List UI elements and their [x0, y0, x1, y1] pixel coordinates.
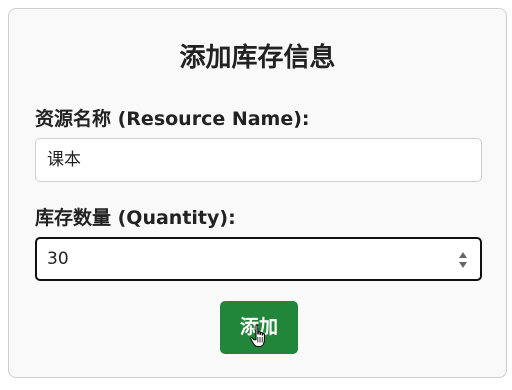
quantity-label: 库存数量 (Quantity): [35, 207, 236, 229]
resource-name-label: 资源名称 (Resource Name): [35, 108, 310, 130]
inventory-form-card: 添加库存信息 资源名称 (Resource Name): 课本 库存数量 (Qu… [8, 8, 507, 378]
add-button[interactable]: 添加 [220, 301, 298, 354]
add-button-label: 添加 [239, 316, 278, 338]
number-spinner-icon[interactable] [458, 250, 468, 270]
resource-name-value: 课本 [47, 150, 81, 170]
quantity-value: 30 [47, 249, 69, 269]
quantity-input[interactable]: 30 [35, 237, 482, 281]
resource-name-input[interactable]: 课本 [35, 138, 482, 182]
form-title: 添加库存信息 [179, 43, 336, 73]
